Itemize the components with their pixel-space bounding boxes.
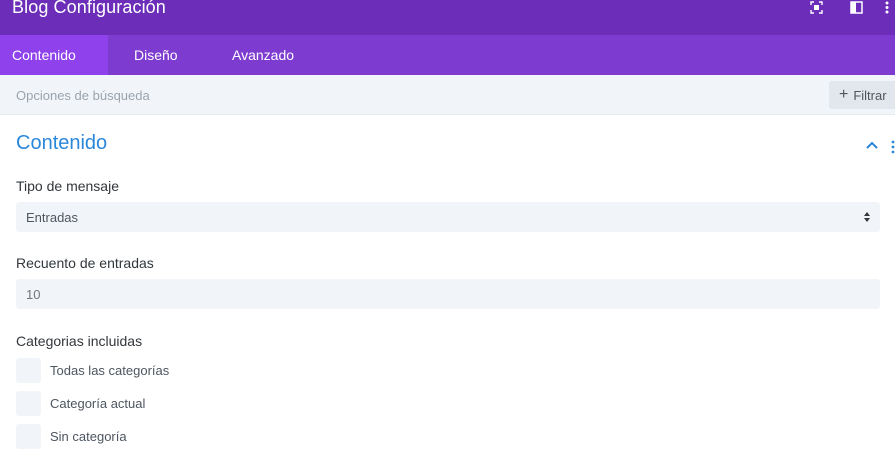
kebab-menu-icon[interactable] — [882, 0, 892, 14]
select-arrows-icon — [864, 212, 870, 222]
category-option-all[interactable]: Todas las categorías — [16, 357, 169, 383]
tab-contenido[interactable]: Contenido — [0, 35, 108, 75]
post-count-input[interactable] — [16, 279, 880, 309]
filter-button[interactable]: + Filtrar — [829, 81, 895, 109]
checkbox[interactable] — [16, 390, 41, 416]
section-kebab-icon[interactable] — [889, 140, 895, 154]
modal-header: Blog Configuración — [0, 0, 895, 35]
checkbox-label: Categoría actual — [50, 395, 146, 411]
categories-label: Categorias incluidas — [16, 333, 143, 349]
category-option-current[interactable]: Categoría actual — [16, 390, 145, 416]
category-option-uncategorized[interactable]: Sin categoría — [16, 423, 127, 449]
post-type-label: Tipo de mensaje — [16, 178, 119, 194]
plus-icon: + — [839, 86, 849, 103]
layout-columns-icon[interactable] — [848, 0, 864, 14]
post-type-select[interactable]: Entradas — [16, 202, 880, 232]
search-input[interactable] — [16, 75, 806, 115]
checkbox[interactable] — [16, 423, 41, 449]
tab-avanzado[interactable]: Avanzado — [206, 35, 306, 75]
chevron-up-icon[interactable] — [865, 140, 879, 150]
post-count-label: Recuento de entradas — [16, 255, 154, 271]
tab-diseno[interactable]: Diseño — [108, 35, 206, 75]
post-type-value: Entradas — [26, 209, 79, 225]
section-title[interactable]: Contenido — [16, 132, 107, 155]
modal-title: Blog Configuración — [12, 0, 166, 17]
checkbox-label: Sin categoría — [50, 428, 127, 444]
filter-label: Filtrar — [853, 87, 887, 103]
checkbox-label: Todas las categorías — [50, 362, 170, 378]
checkbox[interactable] — [16, 357, 41, 383]
search-bar: + Filtrar — [0, 75, 895, 115]
tab-bar: Contenido Diseño Avanzado — [0, 35, 895, 75]
expand-icon[interactable] — [808, 0, 824, 14]
